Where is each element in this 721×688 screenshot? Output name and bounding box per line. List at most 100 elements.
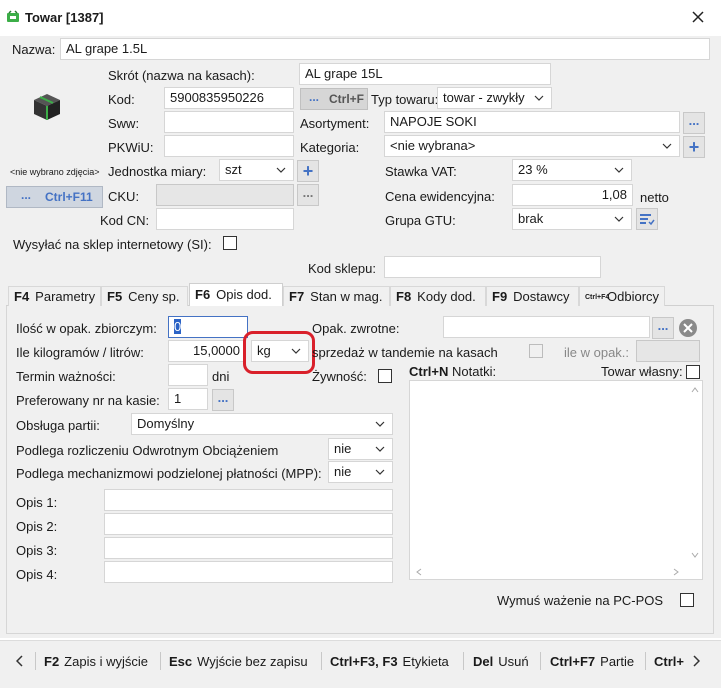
- cku-label: CKU:: [108, 189, 140, 204]
- no-photo-label: <nie wybrano zdjęcia>: [10, 167, 100, 177]
- typ-label: Typ towaru:: [371, 92, 439, 107]
- cku-browse-button[interactable]: ...: [297, 184, 319, 206]
- kod-input[interactable]: 5900835950226: [164, 87, 294, 109]
- vertical-scrollbar[interactable]: [688, 381, 702, 567]
- opis3-input[interactable]: [104, 537, 393, 559]
- more-button[interactable]: Ctrl+: [654, 654, 684, 669]
- skrot-label: Skrót (nazwa na kasach):: [108, 68, 255, 83]
- chevron-left-icon[interactable]: [16, 655, 24, 667]
- skrot-input[interactable]: AL grape 15L: [299, 63, 551, 85]
- ellipsis-icon: ...: [688, 112, 700, 128]
- exit-no-save-button[interactable]: Esc Wyjście bez zapisu: [169, 654, 308, 669]
- opis2-label: Opis 2:: [16, 519, 58, 534]
- jm-add-button[interactable]: +: [297, 160, 319, 182]
- termin-label: Termin ważności:: [16, 369, 116, 384]
- plus-icon: +: [302, 160, 314, 181]
- partii-label: Obsługa partii:: [16, 418, 100, 433]
- cku-input: [156, 184, 294, 206]
- nazwa-label: Nazwa:: [12, 42, 56, 57]
- sww-input[interactable]: [164, 111, 294, 133]
- mpp-select[interactable]: nie: [328, 461, 393, 483]
- kategoria-select[interactable]: <nie wybrana>: [384, 135, 680, 157]
- scroll-down-icon[interactable]: [691, 552, 699, 558]
- scroll-right-icon[interactable]: [673, 568, 679, 576]
- close-icon[interactable]: [692, 11, 704, 23]
- tab-odbiorcy[interactable]: Ctrl+F4Odbiorcy: [579, 286, 665, 306]
- title-bar: Towar [1387]: [0, 0, 721, 36]
- ellipsis-icon: ...: [657, 317, 669, 333]
- ile-label: ile w opak.:: [564, 345, 630, 360]
- wysylac-label: Wysyłać na sklep internetowy (SI):: [13, 237, 212, 252]
- window-title: Towar [1387]: [25, 10, 104, 25]
- vat-label: Stawka VAT:: [385, 164, 457, 179]
- list-check-icon: [640, 214, 655, 226]
- partii-select[interactable]: Domyślny: [131, 413, 393, 435]
- tab-parametry[interactable]: F4 Parametry: [8, 286, 101, 306]
- termin-input[interactable]: [168, 364, 208, 386]
- wazenie-checkbox[interactable]: [680, 593, 694, 607]
- asortyment-input[interactable]: NAPOJE SOKI: [384, 111, 680, 133]
- opak-label: Opak. zwrotne:: [312, 321, 400, 336]
- asortyment-browse-button[interactable]: ...: [683, 112, 705, 134]
- plus-icon: +: [688, 136, 700, 157]
- ilosc-input[interactable]: 0: [168, 316, 248, 338]
- dni-label: dni: [212, 369, 230, 384]
- separator: [35, 652, 36, 670]
- kg-input[interactable]: 15,0000: [168, 340, 246, 362]
- save-exit-button[interactable]: F2 Zapis i wyjście: [44, 654, 148, 669]
- odwr-select[interactable]: nie: [328, 438, 393, 460]
- opis1-input[interactable]: [104, 489, 393, 511]
- tab-kody[interactable]: F8 Kody dod.: [390, 286, 486, 306]
- wlasny-checkbox[interactable]: [686, 365, 700, 379]
- ctrlf-button[interactable]: ... Ctrl+F: [300, 88, 368, 110]
- mpp-label: Podlega mechanizmowi podzielonej płatnoś…: [16, 466, 322, 481]
- photo-button[interactable]: ... Ctrl+F11: [6, 186, 103, 208]
- cena-input[interactable]: 1,08: [512, 184, 633, 206]
- delete-button[interactable]: Del Usuń: [473, 654, 529, 669]
- gtu-list-button[interactable]: [636, 208, 658, 230]
- clear-icon[interactable]: [678, 318, 698, 338]
- opak-browse-button[interactable]: ...: [652, 317, 674, 339]
- gtu-select[interactable]: brak: [512, 208, 632, 230]
- opak-input[interactable]: [443, 316, 650, 338]
- label-button[interactable]: Ctrl+F3, F3 Etykieta: [330, 654, 449, 669]
- zywnosc-checkbox[interactable]: [378, 369, 392, 383]
- jm-select[interactable]: szt: [219, 159, 294, 181]
- kod-sklepu-input[interactable]: [384, 256, 601, 278]
- opis4-label: Opis 4:: [16, 567, 58, 582]
- chevron-down-icon: [614, 167, 624, 173]
- pref-browse-button[interactable]: ...: [212, 389, 234, 411]
- tab-opis-dod[interactable]: F6 Opis dod.: [189, 283, 283, 307]
- chevron-down-icon: [375, 421, 385, 427]
- tab-dostawcy[interactable]: F9 Dostawcy: [486, 286, 579, 306]
- separator: [160, 652, 161, 670]
- ellipsis-icon: ...: [217, 389, 229, 405]
- horizontal-scrollbar[interactable]: [410, 565, 690, 579]
- netto-label: netto: [640, 190, 669, 205]
- tab-ceny[interactable]: F5 Ceny sp.: [101, 286, 188, 306]
- typ-select[interactable]: towar - zwykły: [437, 87, 552, 109]
- chevron-down-icon: [614, 216, 624, 222]
- scroll-left-icon[interactable]: [416, 568, 422, 576]
- chevron-down-icon: [375, 469, 385, 475]
- pkwiu-label: PKWiU:: [108, 140, 154, 155]
- opis4-input[interactable]: [104, 561, 393, 583]
- vat-select[interactable]: 23 %: [512, 159, 632, 181]
- kod-label: Kod:: [108, 92, 135, 107]
- opis2-input[interactable]: [104, 513, 393, 535]
- chevron-right-icon[interactable]: [692, 655, 700, 667]
- jm-label: Jednostka miary:: [108, 164, 207, 179]
- tab-stan[interactable]: F7 Stan w mag.: [283, 286, 390, 306]
- pref-label: Preferowany nr na kasie:: [16, 393, 160, 408]
- wysylac-checkbox[interactable]: [223, 236, 237, 250]
- notatki-textarea[interactable]: [409, 380, 703, 580]
- scroll-up-icon[interactable]: [691, 387, 699, 393]
- pkwiu-input[interactable]: [164, 135, 294, 157]
- lots-button[interactable]: Ctrl+F7 Partie: [550, 654, 634, 669]
- nazwa-input[interactable]: AL grape 1.5L: [60, 38, 710, 60]
- pref-input[interactable]: 1: [168, 388, 208, 410]
- kategoria-add-button[interactable]: +: [683, 136, 705, 158]
- ellipsis-icon: ...: [302, 184, 314, 200]
- kodcn-input[interactable]: [156, 208, 294, 230]
- opis1-label: Opis 1:: [16, 495, 58, 510]
